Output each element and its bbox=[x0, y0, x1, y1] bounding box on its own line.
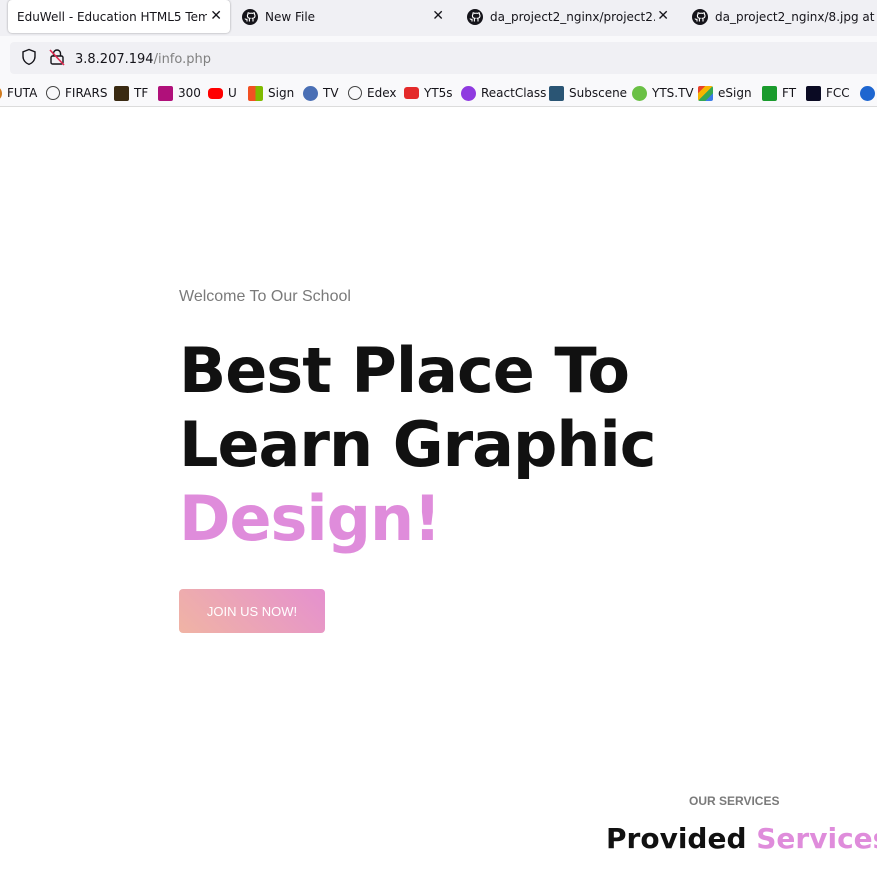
globe-icon bbox=[46, 86, 60, 100]
github-icon bbox=[692, 8, 708, 25]
subscene-icon bbox=[549, 85, 564, 101]
tab-title: New File bbox=[265, 9, 316, 24]
close-icon[interactable]: ✕ bbox=[210, 9, 222, 23]
300-icon bbox=[158, 85, 173, 101]
headline-line-1: Best Place To bbox=[179, 334, 630, 407]
navigation-bar: 3.8.207.194/info.php bbox=[0, 36, 877, 80]
bookmark-futa[interactable]: FUTA bbox=[0, 84, 37, 102]
tab-eduwell[interactable]: EduWell - Education HTML5 Templa ✕ bbox=[8, 0, 230, 33]
youtube-icon bbox=[208, 87, 223, 99]
github-icon bbox=[467, 8, 483, 25]
join-us-button[interactable]: JOIN US NOW! bbox=[179, 589, 325, 633]
url-path: /info.php bbox=[153, 52, 211, 67]
bookmark-yt5s[interactable]: YT5s bbox=[404, 84, 453, 102]
bookmark-overflow[interactable] bbox=[860, 84, 877, 102]
bookmark-yts-tv[interactable]: YTS.TV bbox=[632, 84, 694, 102]
tab-project2-md[interactable]: da_project2_nginx/project2.md ✕ bbox=[467, 0, 677, 33]
headline-line-3: Design! bbox=[179, 482, 441, 555]
url-host: 3.8.207.194 bbox=[75, 52, 154, 67]
services-title-part2: Services bbox=[756, 822, 877, 855]
close-icon[interactable]: ✕ bbox=[657, 9, 669, 23]
bookmark-tv[interactable]: TV bbox=[303, 84, 339, 102]
bookmarks-toolbar: FUTA FIRARS TF 300 U Sign TV Edex YT5s R… bbox=[0, 80, 877, 107]
fcc-icon bbox=[806, 85, 821, 101]
browser-tab-strip: EduWell - Education HTML5 Templa ✕ New F… bbox=[0, 0, 877, 36]
bookmark-subscene[interactable]: Subscene bbox=[549, 84, 627, 102]
bookmark-tf[interactable]: TF bbox=[114, 84, 148, 102]
services-title-part1: Provided bbox=[606, 822, 747, 855]
esign-icon bbox=[698, 85, 713, 101]
bookmark-esign[interactable]: eSign bbox=[698, 84, 752, 102]
shield-icon[interactable] bbox=[20, 48, 38, 66]
services-label: OUR SERVICES bbox=[689, 794, 780, 808]
bookmark-ft[interactable]: FT bbox=[762, 84, 796, 102]
tab-title: da_project2_nginx/project2.md bbox=[490, 9, 655, 24]
insecure-lock-icon[interactable] bbox=[49, 48, 65, 66]
yts-icon bbox=[632, 85, 647, 101]
github-icon bbox=[242, 8, 258, 25]
tab-title: EduWell - Education HTML5 Templa bbox=[17, 9, 207, 24]
headline-line-2: Learn Graphic bbox=[179, 408, 657, 481]
microsoft-icon bbox=[248, 85, 263, 101]
globe-icon bbox=[348, 86, 362, 100]
film-reel-icon bbox=[303, 85, 318, 101]
welcome-text: Welcome To Our School bbox=[179, 288, 351, 305]
bookmark-firars[interactable]: FIRARS bbox=[46, 84, 107, 102]
bookmark-edex[interactable]: Edex bbox=[348, 84, 396, 102]
close-icon[interactable]: ✕ bbox=[432, 9, 444, 23]
ft-icon bbox=[762, 85, 777, 101]
bookmark-300[interactable]: 300 bbox=[158, 84, 201, 102]
tab-8-jpg[interactable]: da_project2_nginx/8.jpg at mai bbox=[692, 0, 877, 33]
tf-icon bbox=[114, 85, 129, 101]
reactclass-icon bbox=[461, 85, 476, 101]
bookmark-sign[interactable]: Sign bbox=[248, 84, 294, 102]
bookmark-u[interactable]: U bbox=[208, 84, 237, 102]
bookmark-fcc[interactable]: FCC bbox=[806, 84, 850, 102]
tab-new-file[interactable]: New File ✕ bbox=[242, 0, 452, 33]
bookmark-reactclass[interactable]: ReactClass bbox=[461, 84, 546, 102]
bookmark-icon bbox=[860, 85, 875, 101]
hero-headline: Best Place To Learn Graphic Design! bbox=[179, 334, 657, 556]
url-text[interactable]: 3.8.207.194/info.php bbox=[75, 52, 211, 67]
yt5s-icon bbox=[404, 87, 419, 99]
futa-icon bbox=[0, 85, 2, 101]
services-title: Provided Services bbox=[606, 822, 877, 855]
tab-title: da_project2_nginx/8.jpg at mai bbox=[715, 9, 877, 24]
